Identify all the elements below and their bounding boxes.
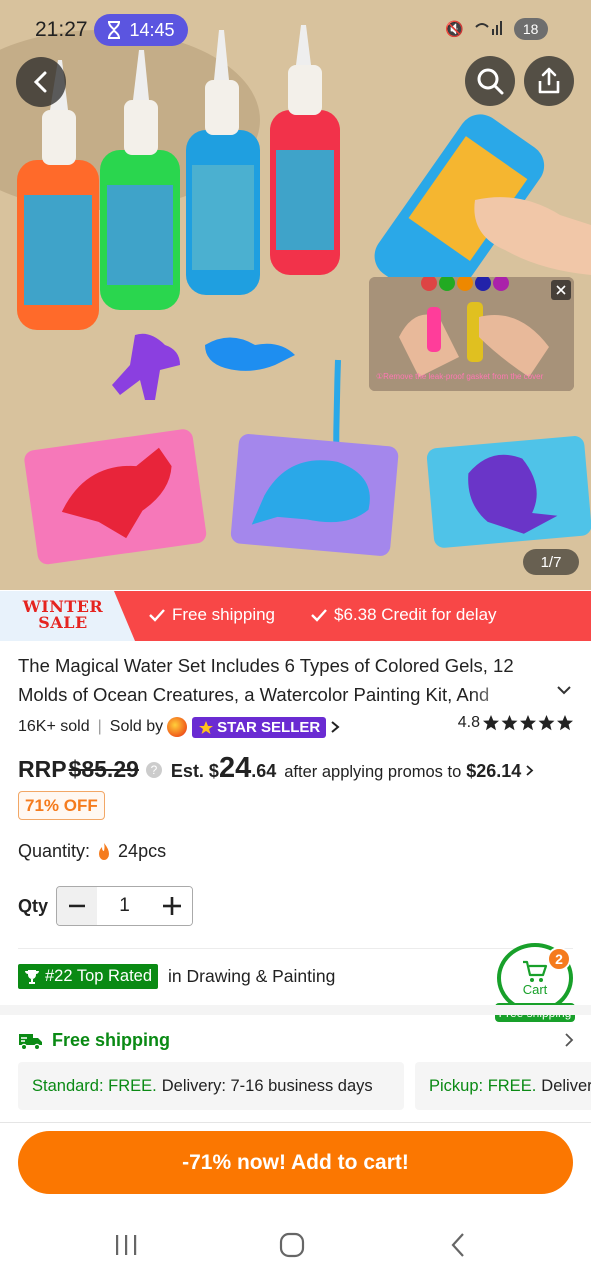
- recents-button[interactable]: [96, 1228, 156, 1262]
- promo-banner[interactable]: WINTER SALE Free shipping $6.38 Credit f…: [0, 591, 591, 641]
- top-rated-badge: #22 Top Rated: [18, 964, 159, 989]
- qty-label: Qty: [18, 895, 49, 916]
- seller-avatar[interactable]: [167, 717, 188, 737]
- cart-count-badge: 2: [547, 947, 571, 971]
- sold-by-label: Sold by: [109, 718, 164, 735]
- shipping-option-pickup[interactable]: Pickup: FREE. Delivery: [415, 1062, 591, 1110]
- signal-icon: [474, 19, 504, 39]
- discount-badge: 71% OFF: [18, 791, 105, 820]
- cart-icon: [523, 960, 548, 982]
- svg-text:?: ?: [151, 763, 158, 777]
- top-rated-row[interactable]: #22 Top Rated in Drawing & Painting: [18, 964, 335, 989]
- status-bar: 21:27 14:45 🔇 18: [0, 0, 591, 60]
- rating-stars-icon: [483, 715, 573, 731]
- chevron-down-icon[interactable]: [556, 684, 572, 696]
- price-row: RRP $85.29 ? Est. $ 24 .64 after applyin…: [18, 752, 578, 788]
- recents-icon: [116, 1235, 137, 1255]
- promo-credit: $6.38 Credit for delay: [310, 605, 497, 625]
- divider: [18, 948, 573, 949]
- add-to-cart-button[interactable]: -71% now! Add to cart!: [18, 1131, 573, 1194]
- truck-icon: [19, 1033, 42, 1050]
- plus-icon: [163, 897, 181, 915]
- video-preview[interactable]: ①Remove the leak-proof gasket from the c…: [369, 277, 574, 391]
- top-rated-category: in Drawing & Painting: [168, 966, 336, 986]
- flame-icon: [99, 842, 110, 860]
- home-icon: [279, 1232, 305, 1258]
- battery-indicator: 18: [513, 18, 548, 40]
- help-icon[interactable]: ?: [145, 761, 163, 779]
- status-indicators: 🔇 18: [445, 18, 548, 40]
- shipping-options[interactable]: Standard: FREE. Delivery: 7-16 business …: [18, 1062, 591, 1110]
- decrement-button[interactable]: [57, 887, 97, 925]
- estimated-price-cents: .64: [251, 761, 277, 781]
- status-time: 21:27: [35, 18, 88, 41]
- quantity-stepper[interactable]: 1: [56, 886, 193, 926]
- hourglass-icon: [108, 21, 121, 39]
- shipping-header[interactable]: Free shipping: [18, 1030, 574, 1051]
- chevron-right-icon[interactable]: [525, 764, 534, 777]
- search-button[interactable]: [465, 56, 515, 106]
- shipping-option-standard[interactable]: Standard: FREE. Delivery: 7-16 business …: [18, 1062, 404, 1110]
- mute-icon: 🔇: [445, 21, 464, 38]
- chevron-right-icon[interactable]: [330, 720, 340, 734]
- increment-button[interactable]: [152, 887, 192, 925]
- back-button[interactable]: [16, 57, 66, 107]
- estimated-price-whole: 24: [218, 752, 252, 784]
- winter-sale-logo: WINTER SALE: [0, 591, 135, 641]
- check-icon: [149, 609, 165, 622]
- after-promos-text: after applying promos to: [284, 763, 462, 781]
- after-promos-price[interactable]: $26.14: [466, 761, 521, 782]
- system-nav-bar: [0, 1210, 591, 1280]
- minus-icon: [69, 904, 85, 908]
- share-icon: [538, 67, 560, 94]
- shipping-title: Free shipping: [52, 1030, 171, 1050]
- quantity-spec[interactable]: Quantity: 24pcs: [18, 841, 166, 862]
- share-button[interactable]: [524, 56, 574, 106]
- system-back-button[interactable]: [428, 1228, 488, 1262]
- section-separator: [0, 1005, 591, 1015]
- quantity-value: 24pcs: [118, 841, 167, 861]
- chevron-right-icon[interactable]: [564, 1032, 574, 1048]
- quantity-input[interactable]: 1: [97, 895, 152, 917]
- rrp-label: RRP: [18, 756, 67, 782]
- status-timer: 14:45: [94, 14, 188, 46]
- product-image-gallery[interactable]: 21:27 14:45 🔇 18 ①Remove the leak-proof …: [0, 0, 591, 590]
- close-video-button[interactable]: [551, 280, 571, 300]
- close-icon: [556, 285, 566, 295]
- product-meta-row: 16K+ sold | Sold by STAR SELLER 4.8: [18, 714, 574, 740]
- star-icon: [199, 720, 214, 734]
- cart-label: Cart: [522, 981, 548, 997]
- sold-count: 16K+ sold: [18, 718, 90, 735]
- divider: [0, 1122, 591, 1123]
- image-counter: 1/7: [523, 549, 579, 575]
- rating-value: 4.8: [457, 714, 480, 731]
- nav-back-icon: [451, 1233, 464, 1257]
- star-seller-badge[interactable]: STAR SELLER: [192, 716, 327, 738]
- promo-free-shipping: Free shipping: [148, 605, 275, 625]
- search-icon: [477, 68, 504, 95]
- back-arrow-icon: [33, 71, 47, 93]
- home-button[interactable]: [262, 1228, 322, 1262]
- video-caption: ①Remove the leak-proof gasket from the c…: [376, 372, 544, 381]
- estimated-price-label: Est. $: [170, 761, 219, 781]
- rating[interactable]: 4.8: [458, 714, 574, 732]
- rrp-price: $85.29: [68, 756, 139, 782]
- qty-row: Qty 1: [18, 886, 193, 926]
- trophy-icon: [25, 969, 39, 984]
- quantity-label: Quantity:: [18, 841, 91, 861]
- check-icon: [311, 609, 327, 622]
